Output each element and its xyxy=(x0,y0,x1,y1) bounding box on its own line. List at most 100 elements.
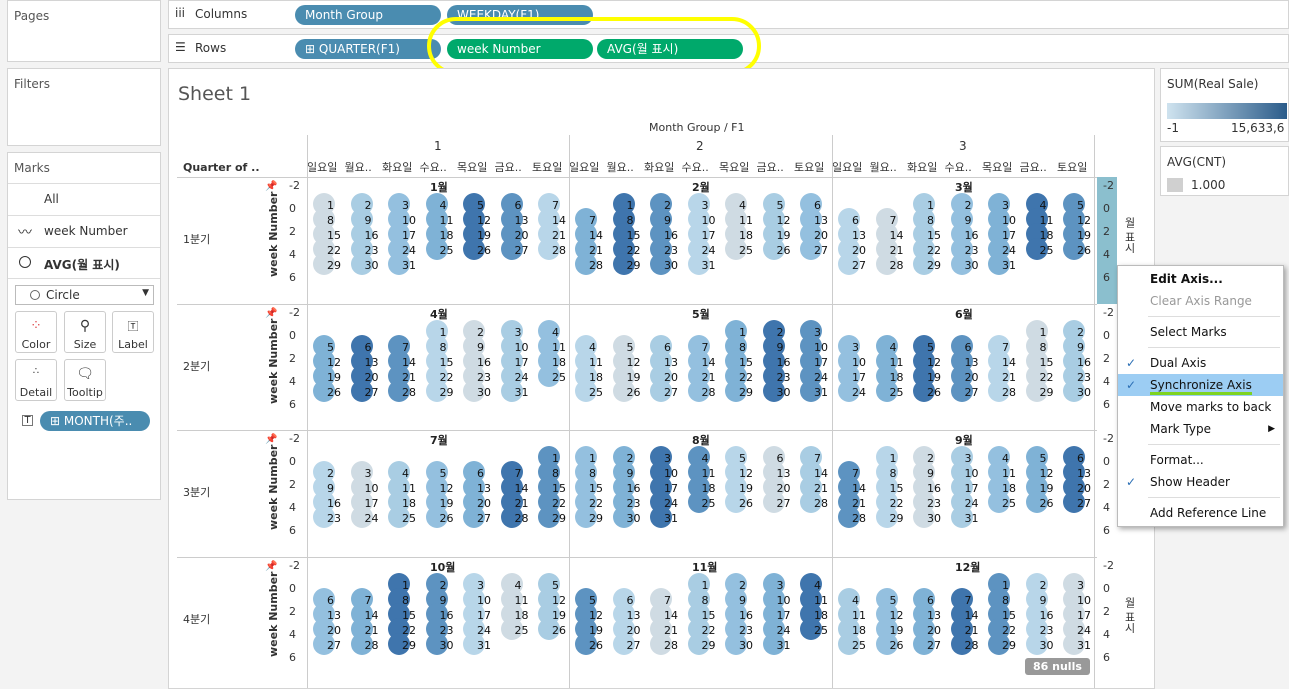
day-number: 25 xyxy=(852,638,866,652)
marks-week-number[interactable]: 〰 week Number xyxy=(8,215,160,247)
right-axis-title: 월 표시 xyxy=(1123,596,1136,634)
pin-icon[interactable]: 📌 xyxy=(265,181,277,192)
day-number: 28 xyxy=(852,512,866,525)
group-label: 3 xyxy=(959,139,967,153)
row-divider xyxy=(177,430,1097,431)
axis-tick-label: 6 xyxy=(289,650,296,664)
avg-legend[interactable]: AVG(CNT) 1.000 xyxy=(1160,146,1289,196)
menu-move-marks-back[interactable]: Move marks to back xyxy=(1118,396,1283,418)
size-card[interactable]: ⚲ Size xyxy=(64,311,106,353)
color-card[interactable]: ⁘ Color xyxy=(15,311,57,353)
tooltip-card[interactable]: 🗨 Tooltip xyxy=(64,359,106,401)
quarter-pill[interactable]: ⊞ QUARTER(F1) xyxy=(295,39,441,59)
axis-tick-label: 4 xyxy=(289,374,296,388)
right-axis-tick: -2 xyxy=(1103,179,1114,192)
nulls-badge[interactable]: 86 nulls xyxy=(1025,658,1090,675)
day-number: 30 xyxy=(964,259,979,272)
day-number: 27 xyxy=(964,385,979,399)
pin-icon[interactable]: 📌 xyxy=(265,434,277,445)
rows-shelf[interactable]: ☰ Rows ⊞ QUARTER(F1) week Number AVG(월 표… xyxy=(168,17,1289,75)
day-number: 29 xyxy=(701,638,716,652)
axis-tick-label: 0 xyxy=(289,455,296,468)
weekday-label: 월요.. xyxy=(344,161,372,174)
day-number: 30 xyxy=(776,385,791,399)
day-number: 30 xyxy=(1039,638,1054,652)
day-number: 26 xyxy=(552,623,566,637)
pin-icon[interactable]: 📌 xyxy=(265,308,277,319)
sum-legend[interactable]: SUM(Real Sale) -1 15,633,6 xyxy=(1160,68,1289,142)
sum-legend-title: SUM(Real Sale) xyxy=(1167,77,1259,91)
day-number: 25 xyxy=(402,512,416,525)
circle-small-icon xyxy=(30,290,40,300)
day-number: 31 xyxy=(1077,638,1091,652)
day-number: 25 xyxy=(889,385,904,399)
weekday-label: 수요.. xyxy=(419,161,447,174)
right-axis-tick: 4 xyxy=(1103,501,1110,514)
label-label: Label xyxy=(118,338,148,351)
axis-tick-label: 2 xyxy=(289,351,296,365)
day-number: 30 xyxy=(927,512,941,525)
day-number: 26 xyxy=(1077,244,1091,257)
weekday-label: 목요일 xyxy=(719,161,750,174)
day-number: 26 xyxy=(927,385,941,399)
check-icon: ✓ xyxy=(1126,378,1137,392)
label-card[interactable]: 🅃 Label xyxy=(112,311,154,353)
menu-mark-type[interactable]: Mark Type ▶ xyxy=(1118,418,1283,440)
line-icon: 〰 xyxy=(18,225,32,241)
day-number: 28 xyxy=(1002,385,1016,399)
menu-format[interactable]: Format... xyxy=(1118,449,1283,471)
mark-type-dropdown[interactable]: Circle ▼ xyxy=(15,285,154,305)
color-icon: ⁘ xyxy=(30,318,42,334)
day-number: 26 xyxy=(889,638,904,652)
day-number: 28 xyxy=(364,638,379,652)
axis-title: week Number xyxy=(267,191,280,278)
month-group-pill[interactable]: Month Group xyxy=(295,5,441,25)
day-number: 28 xyxy=(889,259,904,272)
menu-select-marks[interactable]: Select Marks xyxy=(1118,321,1283,343)
menu-dual-axis[interactable]: ✓ Dual Axis xyxy=(1118,352,1283,374)
axis-tick-label: 4 xyxy=(289,248,296,261)
filters-panel[interactable]: Filters xyxy=(7,68,161,146)
weekday-label: 금요.. xyxy=(494,161,522,174)
marks-avg[interactable]: AVG(월 표시) xyxy=(8,247,160,279)
day-number: 27 xyxy=(364,385,379,399)
day-number: 27 xyxy=(327,638,341,652)
group-divider xyxy=(307,135,308,688)
avg-swatch xyxy=(1167,178,1183,192)
menu-show-header[interactable]: ✓ Show Header xyxy=(1118,471,1283,493)
pin-icon[interactable]: 📌 xyxy=(265,561,277,572)
menu-clear-axis-range[interactable]: Clear Axis Range xyxy=(1118,290,1283,312)
day-number: 24 xyxy=(852,385,866,399)
month-title: 12월 xyxy=(955,560,981,574)
label-icon: 🅃 xyxy=(127,320,139,333)
month-title: 11월 xyxy=(692,560,718,574)
month-title: 5월 xyxy=(692,307,710,321)
weekday-label: 목요일 xyxy=(982,161,1013,174)
month-pill[interactable]: ⊞ MONTH(주.. xyxy=(40,411,150,431)
right-axis-tick: 6 xyxy=(1103,397,1110,411)
marks-panel: Marks All 〰 week Number AVG(월 표시) Circle… xyxy=(7,152,161,500)
month-title: 4월 xyxy=(430,307,448,321)
detail-label: Detail xyxy=(19,386,53,399)
day-number: 28 xyxy=(514,512,529,525)
mark-type-label: Circle xyxy=(46,288,80,302)
day-number: 29 xyxy=(739,385,753,399)
weekday-label: 일요일 xyxy=(307,161,338,174)
marks-all[interactable]: All xyxy=(8,183,160,215)
axis-title: week Number xyxy=(267,444,280,531)
right-axis-tick: 0 xyxy=(1103,581,1110,595)
weekday-label: 월요.. xyxy=(606,161,634,174)
menu-synchronize-axis[interactable]: ✓ Synchronize Axis xyxy=(1118,374,1283,396)
pages-panel[interactable]: Pages xyxy=(7,0,161,62)
month-pill-label: MONTH(주.. xyxy=(63,414,133,428)
menu-edit-axis[interactable]: Edit Axis... xyxy=(1118,268,1283,290)
day-number: 25 xyxy=(589,385,603,399)
day-number: 26 xyxy=(327,385,341,399)
axis-tick-label: 6 xyxy=(289,524,296,537)
day-number: 31 xyxy=(1002,259,1016,272)
day-number: 29 xyxy=(589,512,603,525)
menu-add-reference-line[interactable]: Add Reference Line xyxy=(1118,502,1283,524)
avg-legend-value: 1.000 xyxy=(1191,178,1226,192)
detail-card[interactable]: ∴ Detail xyxy=(15,359,57,401)
marks-week-label: week Number xyxy=(44,224,128,238)
